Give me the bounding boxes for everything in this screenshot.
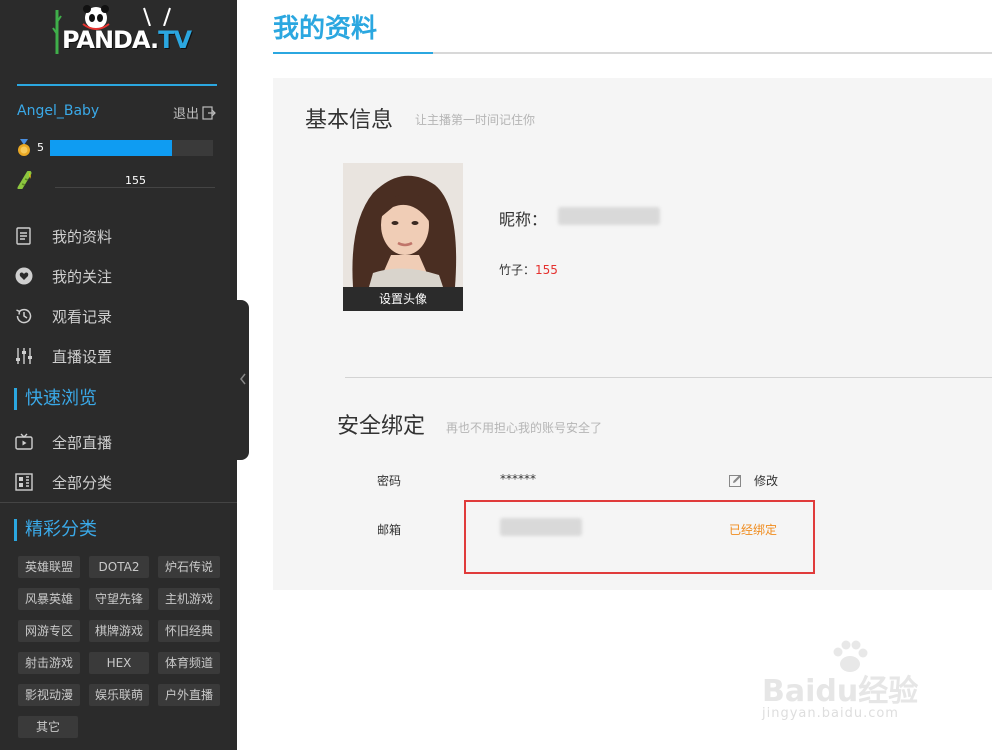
medal-icon <box>18 139 30 156</box>
category-tag[interactable]: 怀旧经典 <box>158 620 220 642</box>
category-tag[interactable]: 射击游戏 <box>18 652 80 674</box>
basic-info-subtitle: 让主播第一时间记住你 <box>415 113 536 127</box>
password-value: ****** <box>500 472 536 486</box>
nav-item-label: 直播设置 <box>52 347 113 366</box>
quick-nav: 全部直播 全部分类 <box>0 422 237 502</box>
bamboo-label: 竹子： <box>499 263 536 277</box>
level-progress-fill <box>50 140 173 156</box>
tv-icon <box>15 433 33 450</box>
panda-tv-logo[interactable]: PANDA.TV <box>52 4 192 60</box>
nav-item-label: 观看记录 <box>52 307 113 326</box>
nickname-label: 昵称： <box>499 210 548 229</box>
level-progress-bar <box>50 140 213 156</box>
bamboo-count: 155 <box>125 174 146 187</box>
nav-item-all-live[interactable]: 全部直播 <box>0 422 237 462</box>
avatar-photo <box>343 163 463 287</box>
category-tag[interactable]: 娱乐联萌 <box>89 684 149 706</box>
category-tag[interactable]: 英雄联盟 <box>18 556 80 578</box>
featured-categories-title: 精彩分类 <box>14 519 97 541</box>
chevron-left-icon <box>240 373 246 385</box>
category-tag[interactable]: 体育频道 <box>158 652 220 674</box>
avatar: 设置头像 <box>343 163 463 311</box>
title-underline <box>273 52 433 54</box>
nav-item-label: 全部分类 <box>52 473 113 492</box>
security-binding-subtitle: 再也不用担心我的账号安全了 <box>446 421 603 435</box>
category-tag[interactable]: DOTA2 <box>89 556 149 578</box>
basic-info-title: 基本信息 <box>305 108 394 133</box>
watermark-text: Baidu经验 <box>762 674 919 709</box>
main-nav: 我的资料 我的关注 观看记录 直播设置 <box>0 216 237 376</box>
category-tag[interactable]: 守望先锋 <box>89 588 149 610</box>
document-icon <box>16 227 31 245</box>
nav-item-all-categories[interactable]: 全部分类 <box>0 462 237 502</box>
password-label: 密码 <box>377 474 402 488</box>
logout-button[interactable]: 退出 <box>173 103 216 122</box>
nav-item-live-settings[interactable]: 直播设置 <box>0 336 237 376</box>
email-label: 邮箱 <box>377 523 402 537</box>
category-tag[interactable]: HEX <box>89 652 149 674</box>
page-title: 我的资料 <box>273 14 378 44</box>
sliders-icon <box>16 348 32 364</box>
edit-icon <box>729 475 741 487</box>
nav-item-profile[interactable]: 我的资料 <box>0 216 237 256</box>
logo-text: PANDA.TV <box>62 26 192 54</box>
bamboo-value: 155 <box>535 263 558 277</box>
sidebar-separator <box>0 502 237 503</box>
watermark-url: jingyan.baidu.com <box>762 706 899 721</box>
history-icon <box>16 308 32 324</box>
nickname-value-blurred <box>558 207 660 225</box>
category-tag[interactable]: 网游专区 <box>18 620 80 642</box>
nav-item-following[interactable]: 我的关注 <box>0 256 237 296</box>
highlight-annotation-box <box>464 500 815 574</box>
nav-item-label: 全部直播 <box>52 433 113 452</box>
tv-antenna-icon <box>143 7 171 26</box>
heart-icon <box>15 267 33 285</box>
bamboo-icon <box>17 171 32 189</box>
category-tag[interactable]: 主机游戏 <box>158 588 220 610</box>
nav-item-label: 我的关注 <box>52 267 113 286</box>
sidebar-collapse-tab[interactable] <box>237 300 249 460</box>
quick-browse-title: 快速浏览 <box>14 388 97 410</box>
baidu-watermark: Baidu经验 jingyan.baidu.com <box>760 640 960 730</box>
edit-label: 修改 <box>754 474 779 488</box>
category-tag[interactable]: 户外直播 <box>158 684 220 706</box>
section-divider <box>345 377 992 378</box>
nav-item-history[interactable]: 观看记录 <box>0 296 237 336</box>
category-tag[interactable]: 其它 <box>18 716 78 738</box>
nav-item-label: 我的资料 <box>52 227 113 246</box>
profile-panel: 基本信息 让主播第一时间记住你 设置头像 昵称： 竹子：155 安全绑定 再也不… <box>273 78 992 590</box>
category-tag[interactable]: 炉石传说 <box>158 556 220 578</box>
category-tag[interactable]: 风暴英雄 <box>18 588 80 610</box>
bamboo-row: 155 <box>17 170 217 190</box>
level-number: 5 <box>37 141 44 154</box>
bamboo-info: 竹子：155 <box>499 261 558 278</box>
logout-label: 退出 <box>173 107 200 122</box>
security-binding-title: 安全绑定 <box>337 414 426 439</box>
bamboo-decoration-icon <box>52 10 62 54</box>
category-tag[interactable]: 影视动漫 <box>18 684 80 706</box>
level-row: 5 <box>17 138 217 158</box>
logout-icon <box>202 105 216 120</box>
edit-password-button[interactable]: 修改 <box>729 472 778 489</box>
grid-icon <box>15 473 33 491</box>
category-tag[interactable]: 棋牌游戏 <box>89 620 149 642</box>
bamboo-divider <box>55 187 215 188</box>
set-avatar-button[interactable]: 设置头像 <box>343 287 463 311</box>
sidebar-top-line <box>17 84 217 86</box>
sidebar: PANDA.TV Angel_Baby 退出 5 155 我的资料 我的关注 观… <box>0 0 237 750</box>
username[interactable]: Angel_Baby <box>17 103 99 119</box>
